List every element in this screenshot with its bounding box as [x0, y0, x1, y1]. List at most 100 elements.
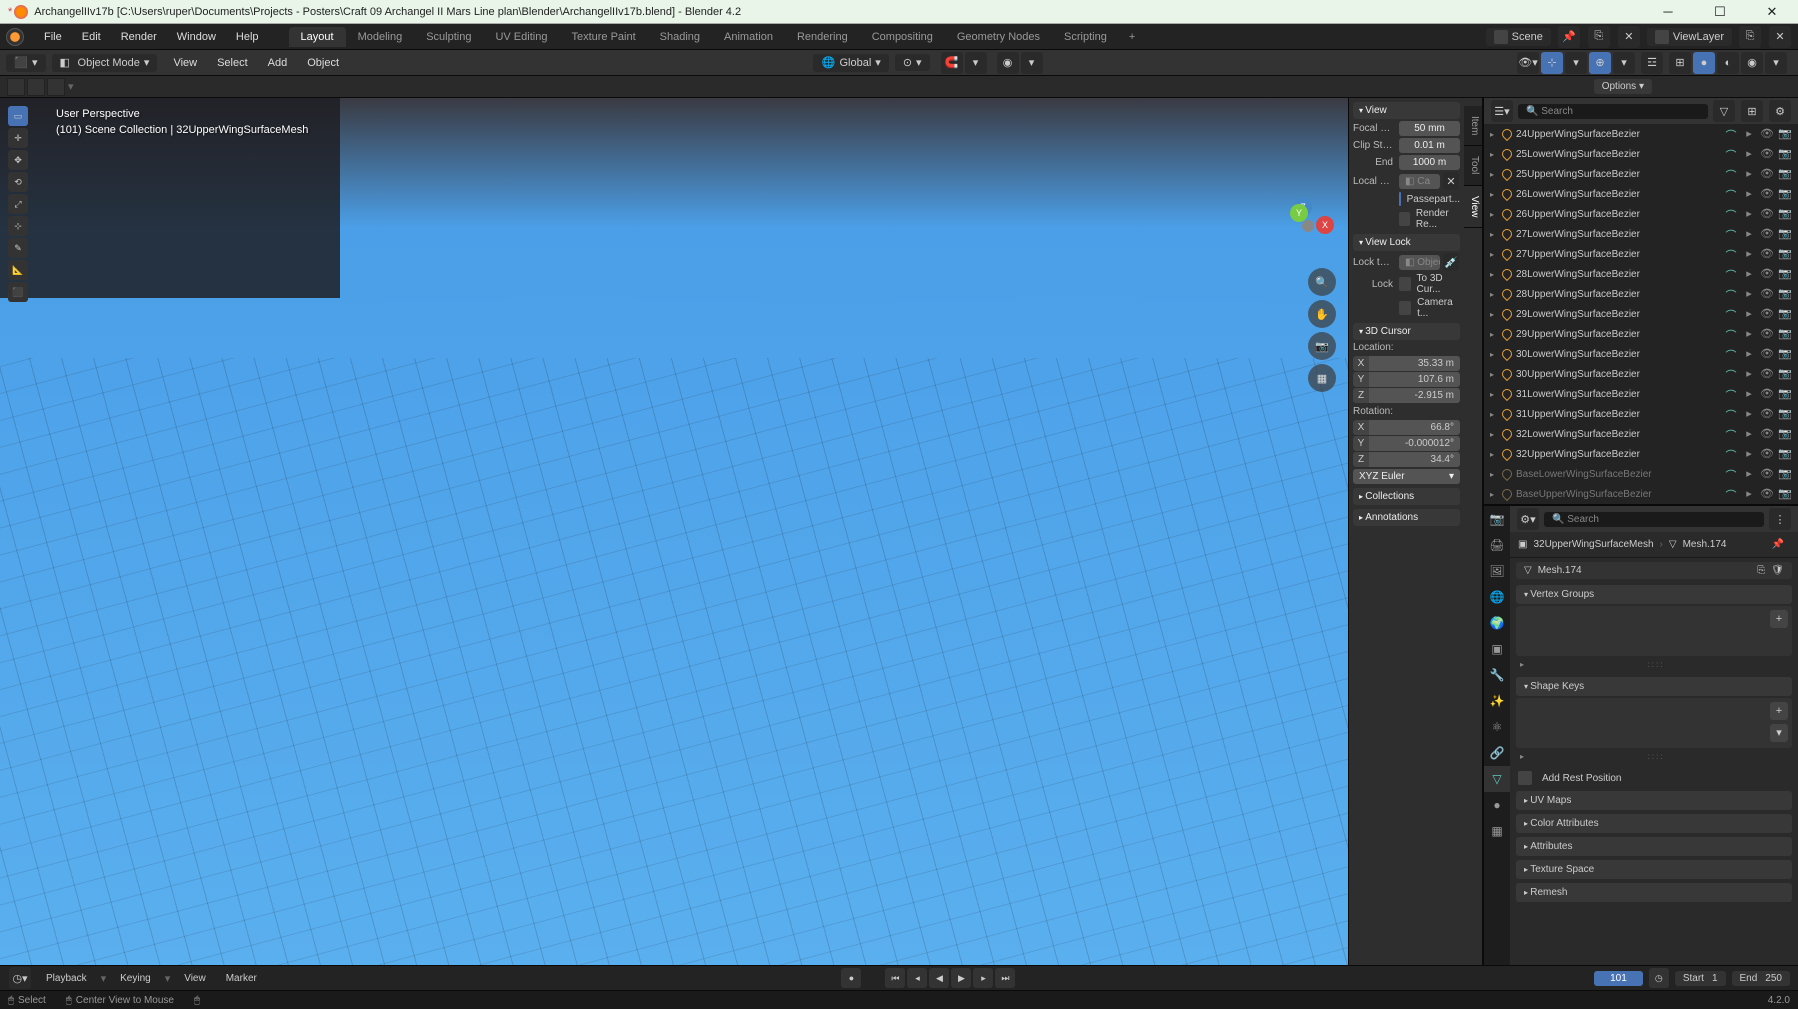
- disable-render-icon[interactable]: 📷: [1778, 247, 1792, 261]
- viewlayer-new-button[interactable]: ⎘: [1739, 26, 1761, 48]
- hide-viewport-icon[interactable]: 👁: [1760, 167, 1774, 181]
- outliner-row[interactable]: ▸25UpperWingSurfaceBezier⌒▸👁📷: [1484, 164, 1798, 184]
- workspace-tab-scripting[interactable]: Scripting: [1052, 27, 1119, 47]
- hide-viewport-icon[interactable]: 👁: [1760, 207, 1774, 221]
- panel-uvmaps-header[interactable]: UV Maps: [1516, 791, 1792, 810]
- lockto-eyedropper[interactable]: 💉: [1443, 253, 1459, 271]
- workspace-tab-geonodes[interactable]: Geometry Nodes: [945, 27, 1052, 47]
- properties-editor-dropdown[interactable]: ⚙▾: [1517, 508, 1539, 530]
- next-keyframe-button[interactable]: ▸: [973, 968, 993, 988]
- panel-viewlock-header[interactable]: View Lock: [1353, 234, 1460, 251]
- outliner-row[interactable]: ▸28LowerWingSurfaceBezier⌒▸👁📷: [1484, 264, 1798, 284]
- selectable-icon[interactable]: ▸: [1742, 347, 1756, 361]
- zoom-button[interactable]: 🔍: [1308, 268, 1336, 296]
- focal-length-field[interactable]: 50 mm: [1399, 121, 1460, 136]
- outliner-expand-icon[interactable]: ▸: [1490, 250, 1502, 259]
- outliner-row[interactable]: ▸31LowerWingSurfaceBezier⌒▸👁📷: [1484, 384, 1798, 404]
- outliner-row[interactable]: ▸26UpperWingSurfaceBezier⌒▸👁📷: [1484, 204, 1798, 224]
- outliner-expand-icon[interactable]: ▸: [1490, 490, 1502, 499]
- selectable-icon[interactable]: ▸: [1742, 247, 1756, 261]
- prop-tab-data[interactable]: ▽: [1484, 766, 1510, 792]
- breadcrumb-object[interactable]: 32UpperWingSurfaceMesh: [1533, 539, 1653, 550]
- prev-keyframe-button[interactable]: ◂: [907, 968, 927, 988]
- outliner-expand-icon[interactable]: ▸: [1490, 310, 1502, 319]
- prop-tab-world[interactable]: 🌍: [1484, 610, 1510, 636]
- disable-render-icon[interactable]: 📷: [1778, 327, 1792, 341]
- panel-annotations-header[interactable]: Annotations: [1353, 509, 1460, 526]
- vertex-groups-list[interactable]: +: [1516, 606, 1792, 656]
- tool-rotate[interactable]: ⟲: [8, 172, 28, 192]
- outliner-row[interactable]: ▸27UpperWingSurfaceBezier⌒▸👁📷: [1484, 244, 1798, 264]
- panel-color-attributes-header[interactable]: Color Attributes: [1516, 814, 1792, 833]
- outliner-expand-icon[interactable]: ▸: [1490, 450, 1502, 459]
- hide-viewport-icon[interactable]: 👁: [1760, 287, 1774, 301]
- prop-tab-material[interactable]: ●: [1484, 792, 1510, 818]
- play-button[interactable]: ▶: [951, 968, 971, 988]
- hide-viewport-icon[interactable]: 👁: [1760, 227, 1774, 241]
- shading-dropdown[interactable]: ▾: [1765, 52, 1787, 74]
- vertex-groups-add-button[interactable]: +: [1770, 610, 1788, 628]
- outliner-filter-button[interactable]: ▽: [1713, 100, 1735, 122]
- shading-wireframe[interactable]: ⊞: [1669, 52, 1691, 74]
- n-tab-tool[interactable]: Tool: [1464, 146, 1482, 185]
- menu-render[interactable]: Render: [111, 25, 167, 49]
- outliner-editor-dropdown[interactable]: ☰▾: [1491, 100, 1513, 122]
- outliner-row[interactable]: ▸BaseUpperWingSurfaceBezier⌒▸👁📷: [1484, 484, 1798, 504]
- properties-search-input[interactable]: 🔍 Search: [1544, 512, 1764, 527]
- camera-to-check[interactable]: [1399, 301, 1411, 315]
- workspace-tab-layout[interactable]: Layout: [289, 27, 346, 47]
- outliner-expand-icon[interactable]: ▸: [1490, 150, 1502, 159]
- clip-start-field[interactable]: 0.01 m: [1399, 138, 1460, 153]
- window-maximize-button[interactable]: ☐: [1702, 2, 1738, 22]
- disable-render-icon[interactable]: 📷: [1778, 427, 1792, 441]
- prop-tab-viewlayer[interactable]: 🖼: [1484, 558, 1510, 584]
- prop-tab-texture[interactable]: ▦: [1484, 818, 1510, 844]
- tool-measure[interactable]: 📐: [8, 260, 28, 280]
- disable-render-icon[interactable]: 📷: [1778, 287, 1792, 301]
- header-menu-view[interactable]: View: [163, 51, 207, 75]
- panel-collections-header[interactable]: Collections: [1353, 488, 1460, 505]
- editor-type-dropdown[interactable]: ⬛▾: [6, 54, 46, 72]
- header-menu-add[interactable]: Add: [258, 51, 298, 75]
- cursor-rz-field[interactable]: 34.4°: [1369, 452, 1460, 467]
- hide-viewport-icon[interactable]: 👁: [1760, 467, 1774, 481]
- breadcrumb-mesh[interactable]: Mesh.174: [1683, 539, 1727, 550]
- disable-render-icon[interactable]: 📷: [1778, 347, 1792, 361]
- pan-button[interactable]: ✋: [1308, 300, 1336, 328]
- cursor-y-field[interactable]: 107.6 m: [1369, 372, 1460, 387]
- prop-tab-object[interactable]: ▣: [1484, 636, 1510, 662]
- disable-render-icon[interactable]: 📷: [1778, 387, 1792, 401]
- selectable-icon[interactable]: ▸: [1742, 327, 1756, 341]
- outliner-expand-icon[interactable]: ▸: [1490, 210, 1502, 219]
- selectable-icon[interactable]: ▸: [1742, 367, 1756, 381]
- hide-viewport-icon[interactable]: 👁: [1760, 267, 1774, 281]
- outliner-row[interactable]: ▸29UpperWingSurfaceBezier⌒▸👁📷: [1484, 324, 1798, 344]
- outliner-expand-icon[interactable]: ▸: [1490, 290, 1502, 299]
- mode-dropdown[interactable]: ◧ Object Mode ▾: [52, 54, 158, 72]
- menu-window[interactable]: Window: [167, 25, 226, 49]
- outliner-new-collection[interactable]: ⊞: [1741, 100, 1763, 122]
- gizmo-toggle[interactable]: ⊹: [1541, 52, 1563, 74]
- selectable-icon[interactable]: ▸: [1742, 167, 1756, 181]
- workspace-tab-modeling[interactable]: Modeling: [346, 27, 415, 47]
- outliner-row[interactable]: ▸25LowerWingSurfaceBezier⌒▸👁📷: [1484, 144, 1798, 164]
- selectable-icon[interactable]: ▸: [1742, 487, 1756, 501]
- shape-keys-list[interactable]: + ▾: [1516, 698, 1792, 748]
- outliner-expand-icon[interactable]: ▸: [1490, 330, 1502, 339]
- outliner-expand-icon[interactable]: ▸: [1490, 390, 1502, 399]
- hide-viewport-icon[interactable]: 👁: [1760, 327, 1774, 341]
- shading-material[interactable]: ◐: [1717, 52, 1739, 74]
- select-mode-1[interactable]: [7, 78, 25, 96]
- selectable-icon[interactable]: ▸: [1742, 207, 1756, 221]
- tool-select-box[interactable]: ▭: [8, 106, 28, 126]
- orientation-dropdown[interactable]: 🌐 Global ▾: [813, 54, 888, 72]
- prop-tab-particles[interactable]: ✨: [1484, 688, 1510, 714]
- scene-new-button[interactable]: ⎘: [1588, 26, 1610, 48]
- mesh-fake-user-icon[interactable]: 🛡: [1771, 565, 1784, 576]
- cursor-rx-field[interactable]: 66.8°: [1369, 420, 1460, 435]
- visibility-dropdown[interactable]: 👁▾: [1517, 52, 1539, 74]
- n-tab-view[interactable]: View: [1464, 186, 1482, 229]
- mesh-users-icon[interactable]: ⎘: [1757, 565, 1765, 576]
- disable-render-icon[interactable]: 📷: [1778, 447, 1792, 461]
- disable-render-icon[interactable]: 📷: [1778, 367, 1792, 381]
